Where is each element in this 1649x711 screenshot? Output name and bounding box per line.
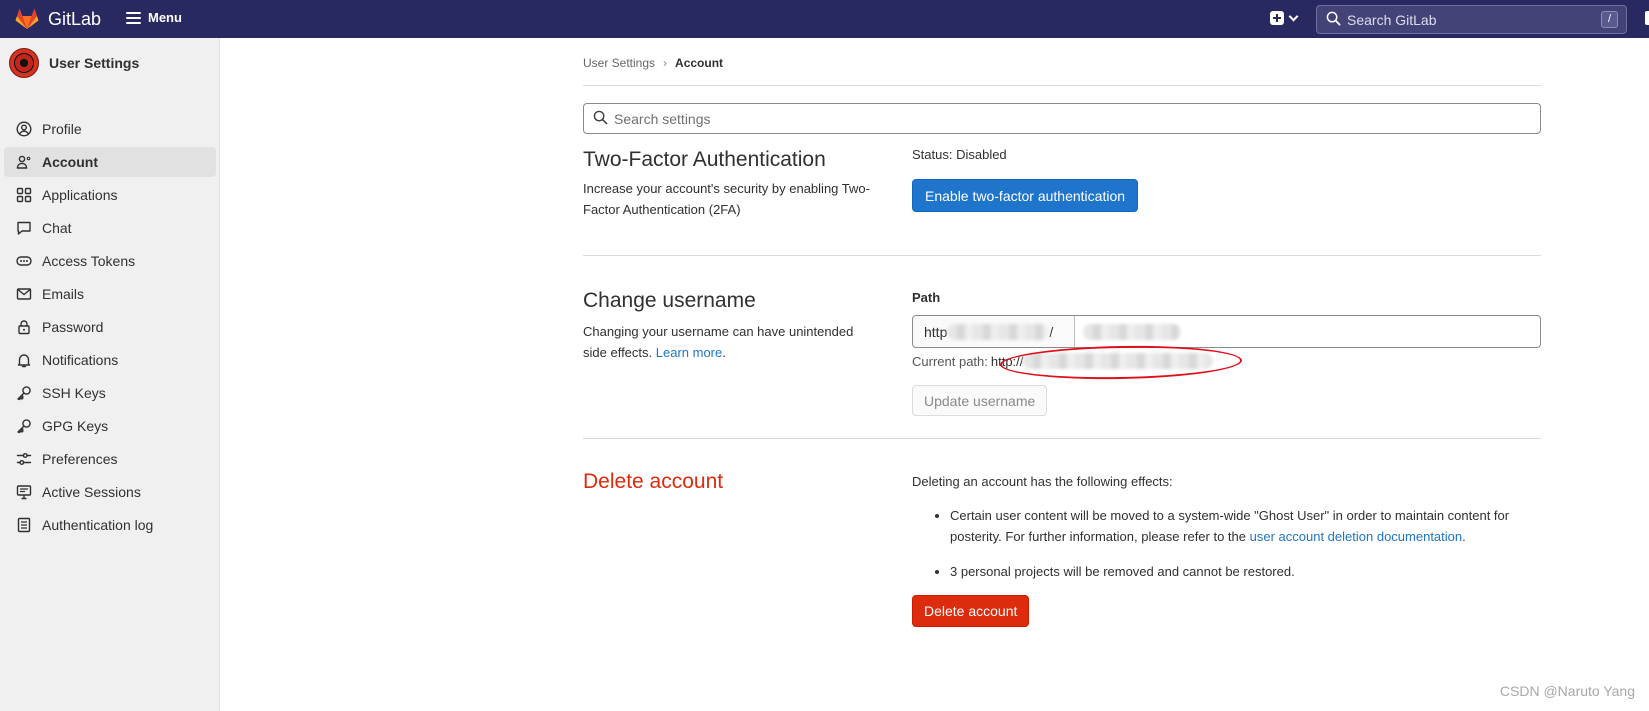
path-prefix-start: http (924, 323, 948, 340)
search-shortcut-key: / (1601, 11, 1618, 28)
sidebar-item-active-sessions[interactable]: Active Sessions (4, 477, 216, 507)
create-new-dropdown[interactable] (1270, 11, 1299, 25)
key-icon (17, 419, 31, 434)
bullet-end: . (1462, 529, 1466, 544)
change-username-title: Change username (583, 289, 756, 312)
redacted-host (947, 323, 1050, 340)
divider (583, 438, 1541, 439)
learn-more-link[interactable]: Learn more (656, 345, 722, 360)
enable-2fa-button[interactable]: Enable two-factor authentication (912, 179, 1139, 212)
sidebar-item-label: Emails (42, 286, 85, 302)
delete-effects-list: Certain user content will be moved to a … (912, 505, 1522, 596)
change-username-description: Changing your username can have unintend… (583, 321, 873, 363)
global-search[interactable]: / (1316, 5, 1627, 34)
sidebar-item-label: Preferences (42, 451, 118, 467)
preferences-icon (16, 453, 32, 465)
breadcrumb: User Settings › Account (583, 56, 723, 70)
username-input[interactable] (1075, 316, 1540, 347)
list-item: 3 personal projects will be removed and … (950, 561, 1522, 582)
divider (583, 255, 1541, 256)
settings-search-input[interactable] (614, 110, 1514, 127)
update-username-button[interactable]: Update username (912, 385, 1048, 416)
breadcrumb-chevron-icon: › (663, 56, 668, 70)
sidebar-item-access-tokens[interactable]: Access Tokens (4, 246, 216, 276)
path-prefix: http / (913, 316, 1075, 347)
chat-icon (17, 221, 31, 235)
redacted-username (1083, 323, 1181, 340)
delete-account-button[interactable]: Delete account (912, 595, 1030, 627)
search-icon (1326, 11, 1341, 29)
sidebar-item-password[interactable]: Password (4, 312, 216, 342)
top-navbar: GitLab Menu / (0, 0, 1649, 38)
settings-search[interactable] (583, 103, 1541, 134)
sidebar-item-emails[interactable]: Emails (4, 279, 216, 309)
mail-icon (16, 288, 32, 300)
account-icon (16, 155, 31, 169)
bell-icon (17, 354, 31, 368)
sidebar-item-authentication-log[interactable]: Authentication log (4, 510, 216, 540)
sidebar-item-label: GPG Keys (42, 418, 109, 434)
two-factor-description: Increase your account's security by enab… (583, 181, 870, 217)
hamburger-icon (126, 11, 141, 24)
search-icon (593, 110, 608, 128)
token-icon (16, 256, 32, 266)
sidebar-item-label: Account (42, 154, 98, 170)
watermark: CSDN @Naruto Yang (1499, 683, 1635, 699)
sidebar-header[interactable]: User Settings (9, 48, 139, 78)
breadcrumb-parent-link[interactable]: User Settings (583, 56, 655, 70)
gitlab-logo-icon[interactable] (14, 6, 40, 32)
avatar (9, 48, 39, 78)
applications-icon (16, 187, 32, 203)
sidebar-nav: Profile Account Applications Chat Access… (4, 114, 216, 543)
sidebar-item-label: Authentication log (42, 517, 154, 533)
path-label: Path (912, 290, 941, 305)
sidebar-item-chat[interactable]: Chat (4, 213, 216, 243)
sidebar-item-label: SSH Keys (42, 385, 106, 401)
path-input-group[interactable]: http / (912, 315, 1541, 348)
sidebar-item-label: Profile (42, 121, 82, 137)
sidebar-title: User Settings (49, 55, 140, 71)
sidebar: User Settings Profile Account Applicatio… (0, 38, 220, 711)
menu-label: Menu (148, 10, 182, 25)
sidebar-item-label: Active Sessions (42, 484, 141, 500)
delete-account-intro: Deleting an account has the following ef… (912, 474, 1173, 489)
annotation-ellipse (999, 343, 1243, 382)
delete-account-title: Delete account (583, 470, 724, 493)
list-item: Certain user content will be moved to a … (950, 505, 1522, 547)
sidebar-item-gpg-keys[interactable]: GPG Keys (4, 411, 216, 441)
plus-square-icon (1270, 11, 1284, 25)
sidebar-item-notifications[interactable]: Notifications (4, 345, 216, 375)
sidebar-item-profile[interactable]: Profile (4, 114, 216, 144)
divider (583, 85, 1541, 86)
sidebar-item-label: Password (42, 319, 104, 335)
lock-icon (18, 320, 30, 335)
log-icon (17, 517, 31, 533)
sidebar-item-applications[interactable]: Applications (4, 180, 216, 210)
two-factor-title: Two-Factor Authentication (583, 148, 826, 171)
brand-name[interactable]: GitLab (48, 9, 101, 30)
menu-button[interactable]: Menu (126, 10, 182, 25)
profile-icon (16, 121, 32, 137)
breadcrumb-current[interactable]: Account (675, 56, 723, 70)
path-prefix-end: / (1049, 323, 1054, 340)
topbar-edge (1645, 11, 1649, 25)
sidebar-item-ssh-keys[interactable]: SSH Keys (4, 378, 216, 408)
two-factor-status: Status: Disabled (912, 147, 1007, 162)
sidebar-item-label: Notifications (42, 352, 119, 368)
sidebar-item-label: Access Tokens (42, 253, 136, 269)
description-period: . (722, 345, 726, 360)
current-path-label: Current path: (912, 353, 988, 369)
global-search-input[interactable] (1347, 11, 1587, 28)
sidebar-item-preferences[interactable]: Preferences (4, 444, 216, 474)
deletion-docs-link[interactable]: user account deletion documentation (1250, 529, 1462, 544)
sidebar-item-label: Chat (42, 220, 72, 236)
monitor-icon (16, 485, 32, 500)
key-icon (17, 386, 31, 401)
sidebar-item-account[interactable]: Account (4, 147, 216, 177)
chevron-down-icon (1288, 11, 1299, 21)
sidebar-item-label: Applications (42, 187, 118, 203)
